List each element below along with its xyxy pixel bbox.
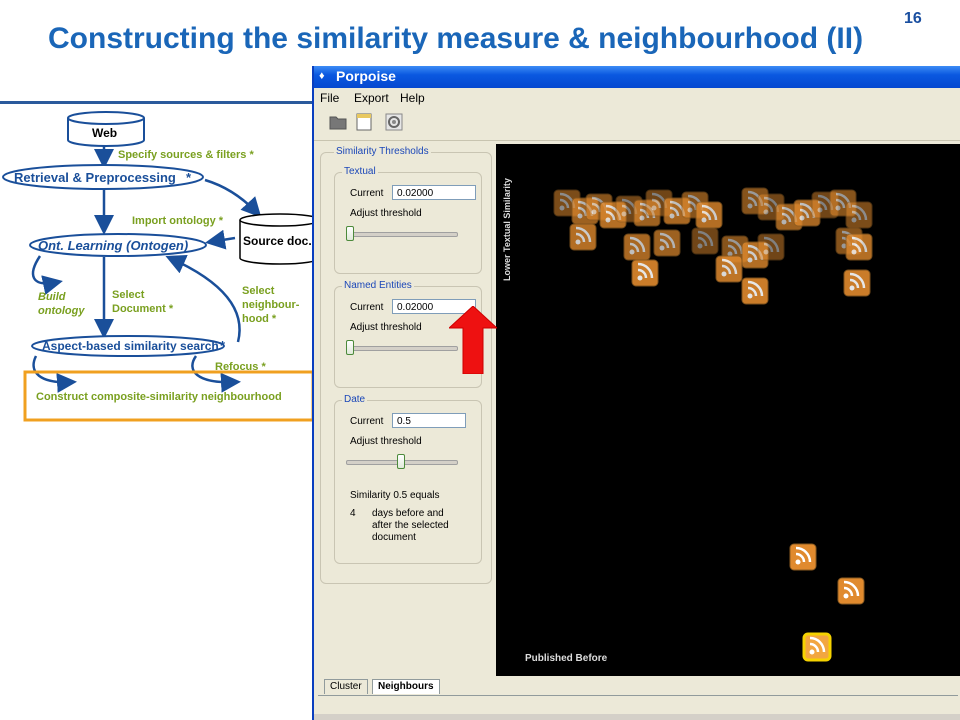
app-icon: ♦ xyxy=(319,70,325,82)
named-slider-track[interactable] xyxy=(346,346,458,351)
web-label: Web xyxy=(92,126,117,140)
rss-feed-icon[interactable] xyxy=(741,277,769,305)
workflow-diagram: Web Specify sources & filters * Retrieva… xyxy=(2,111,314,422)
specify-label: Specify sources & filters * xyxy=(118,149,254,161)
rss-feed-icon[interactable] xyxy=(757,233,785,261)
rss-feed-icon[interactable] xyxy=(653,229,681,257)
date-slider-thumb[interactable] xyxy=(397,454,405,469)
document-icon xyxy=(356,113,372,131)
new-document-button[interactable] xyxy=(354,112,374,132)
named-entities-label: Named Entities xyxy=(342,280,414,291)
aspect-search-star: * xyxy=(220,338,226,353)
tab-neighbours[interactable]: Neighbours xyxy=(372,679,440,694)
select-nb-label-2: neighbour- xyxy=(242,299,300,311)
rss-feed-icon[interactable] xyxy=(695,201,723,229)
date-current-field[interactable]: 0.5 xyxy=(392,413,466,428)
aspect-search-label: Aspect-based similarity search xyxy=(42,339,219,353)
rss-feed-icon[interactable] xyxy=(715,255,743,283)
rss-feed-icon[interactable] xyxy=(631,259,659,287)
status-bar xyxy=(314,714,960,720)
rss-feed-icon[interactable] xyxy=(837,577,865,605)
folder-icon xyxy=(329,116,347,130)
textual-slider-thumb[interactable] xyxy=(346,226,354,241)
textual-current-field[interactable]: 0.02000 xyxy=(392,185,476,200)
textual-adjust-label: Adjust threshold xyxy=(350,208,422,219)
settings-button[interactable] xyxy=(384,112,404,132)
date-current-label: Current xyxy=(350,416,384,427)
select-doc-label-2: Document * xyxy=(112,303,174,315)
gear-icon xyxy=(385,113,403,131)
select-doc-label-1: Select xyxy=(112,289,145,301)
source-doc-label: Source doc. xyxy=(243,234,312,248)
textual-current-label: Current xyxy=(350,188,384,199)
named-adjust-label: Adjust threshold xyxy=(350,322,422,333)
web-node: Web xyxy=(67,111,145,147)
textual-label: Textual xyxy=(342,166,378,177)
rss-feed-icon[interactable] xyxy=(845,201,873,229)
porpoise-window: ♦ Porpoise File Export Help Similarity T… xyxy=(312,66,960,720)
date-label: Date xyxy=(342,394,368,405)
retrieval-label: Retrieval & Preprocessing xyxy=(14,170,176,185)
ontology-label: ontology xyxy=(38,305,85,317)
menubar: File Export Help xyxy=(314,88,960,108)
tab-cluster[interactable]: Cluster xyxy=(324,679,368,694)
named-slider-thumb[interactable] xyxy=(346,340,354,355)
date-days-number: 4 xyxy=(350,508,356,519)
rss-feed-icon[interactable] xyxy=(569,223,597,251)
named-current-label: Current xyxy=(350,302,384,313)
construct-label: Construct composite-similarity neighbour… xyxy=(36,391,282,403)
select-nb-label-3: hood * xyxy=(242,313,277,325)
select-nb-label-1: Select xyxy=(242,285,275,297)
red-arrow xyxy=(449,306,497,374)
rss-feed-icon[interactable] xyxy=(802,632,832,662)
tab-bar: Cluster Neighbours xyxy=(318,677,958,696)
rss-feed-icon[interactable] xyxy=(789,543,817,571)
build-label: Build xyxy=(38,291,66,303)
date-days-line-1: days before and xyxy=(372,508,444,519)
slide-title: Constructing the similarity measure & ne… xyxy=(48,22,864,55)
import-label: Import ontology * xyxy=(132,215,224,227)
date-similarity-text: Similarity 0.5 equals xyxy=(350,490,440,501)
rss-feed-icon[interactable] xyxy=(623,233,651,261)
open-folder-button[interactable] xyxy=(328,112,348,132)
date-adjust-label: Adjust threshold xyxy=(350,436,422,447)
window-title: Porpoise xyxy=(336,68,396,84)
ont-learning-label: Ont. Learning (Ontogen) xyxy=(38,238,188,253)
threshold-panel: Similarity Thresholds Textual Current 0.… xyxy=(318,144,494,674)
neighbourhood-canvas[interactable]: Lower Textual Similarity Published Befor… xyxy=(496,144,960,676)
rss-icon-layer xyxy=(553,187,873,662)
toolbar xyxy=(314,108,960,141)
menu-export[interactable]: Export xyxy=(354,91,389,105)
date-days-line-2: after the selected xyxy=(372,520,449,531)
source-doc-node: Source doc. xyxy=(239,213,314,265)
menu-help[interactable]: Help xyxy=(400,91,425,105)
similarity-thresholds-title: Similarity Thresholds xyxy=(334,146,431,157)
x-axis-label: Published Before xyxy=(525,653,608,664)
date-days-line-3: document xyxy=(372,532,416,543)
textual-slider-track[interactable] xyxy=(346,232,458,237)
rss-feed-icon[interactable] xyxy=(691,227,719,255)
rss-feed-icon[interactable] xyxy=(845,233,873,261)
menu-file[interactable]: File xyxy=(320,91,339,105)
rss-feed-icon[interactable] xyxy=(843,269,871,297)
slide-number: 16 xyxy=(904,10,922,27)
window-titlebar[interactable]: ♦ Porpoise xyxy=(314,66,960,88)
